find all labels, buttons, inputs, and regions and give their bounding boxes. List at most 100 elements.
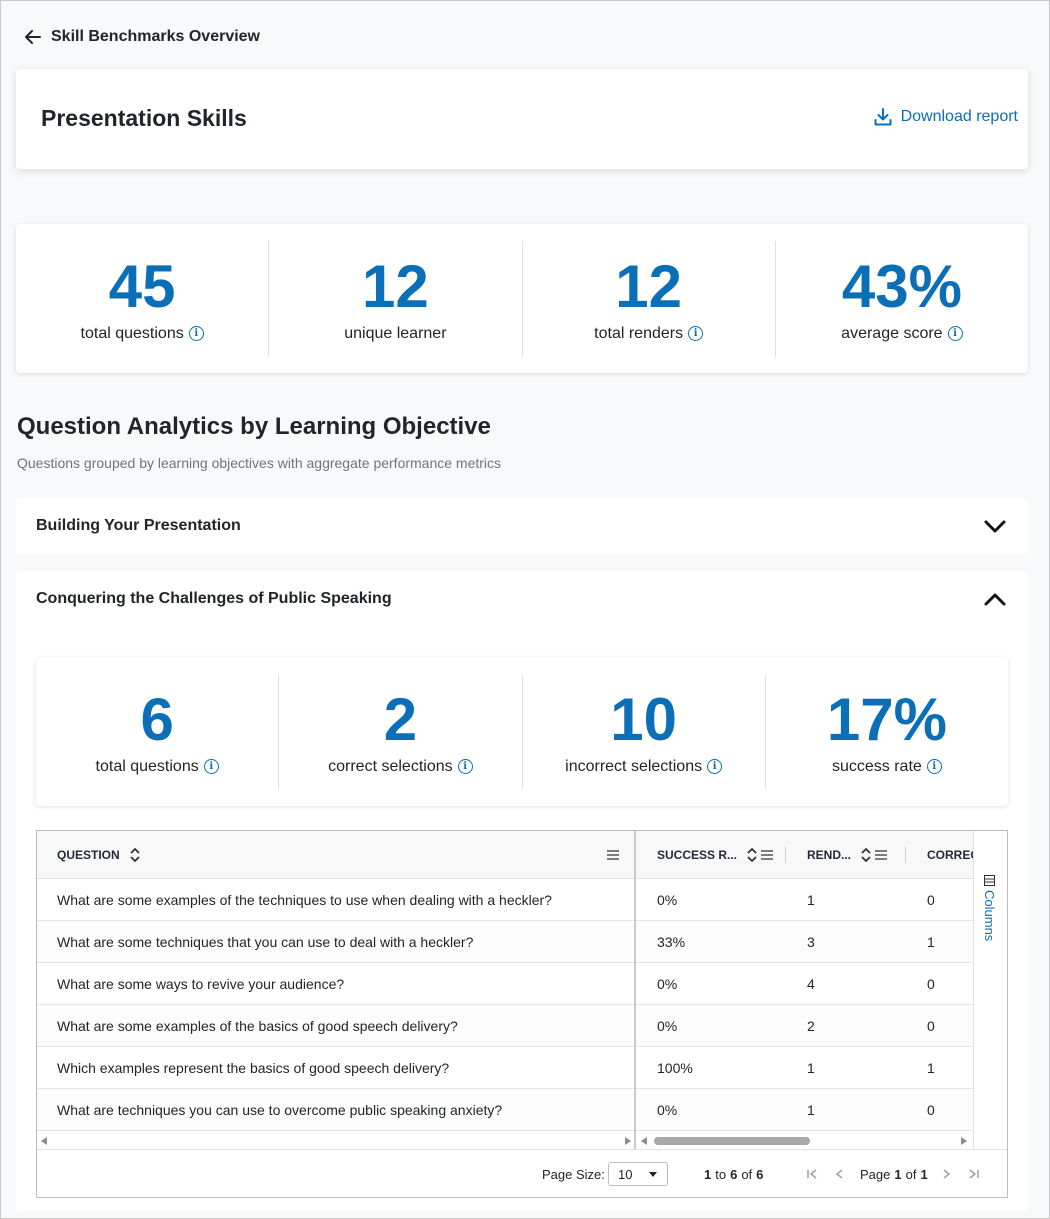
cell-correct: 0 <box>927 1102 935 1118</box>
stat-label: correct selections <box>328 757 453 775</box>
stat-label: total renders <box>594 324 684 342</box>
stat-total-questions: 45 total questions i <box>16 240 270 357</box>
sort-icon[interactable] <box>747 848 757 862</box>
scroll-right-icon[interactable] <box>961 1137 967 1145</box>
cell-success-rate: 33% <box>657 934 686 950</box>
page-size-select[interactable]: 10 <box>608 1162 668 1186</box>
range-total: 6 <box>756 1166 764 1182</box>
section-subtitle: Questions grouped by learning objectives… <box>17 455 502 471</box>
column-header-question[interactable]: QUESTION <box>57 831 140 879</box>
cell-success-rate: 0% <box>657 976 678 992</box>
info-icon[interactable]: i <box>688 326 704 341</box>
cell-renders: 1 <box>807 1060 815 1076</box>
scroll-right-icon[interactable] <box>625 1137 631 1145</box>
chevron-down-icon <box>984 520 1006 533</box>
grid-body: QUESTION SUCCESS R... REND... CORRE What… <box>37 831 973 1149</box>
stat-value: 6 <box>140 685 174 753</box>
stat-label: unique learner <box>344 324 447 342</box>
cell-question: What are some techniques that you can us… <box>57 934 474 950</box>
column-header-label: SUCCESS R... <box>657 848 738 862</box>
cell-correct: 0 <box>927 976 935 992</box>
page-total: 1 <box>920 1166 928 1182</box>
cell-correct: 0 <box>927 892 935 908</box>
cell-success-rate: 100% <box>657 1060 693 1076</box>
stat-average-score: 43% average score i <box>776 241 1028 357</box>
stat-label: total questions <box>95 757 199 775</box>
stat-label: average score <box>841 324 943 342</box>
scroll-left-icon[interactable] <box>641 1137 647 1145</box>
stat-value: 10 <box>610 685 677 753</box>
first-page-icon[interactable] <box>805 1167 819 1181</box>
column-menu-icon[interactable] <box>607 850 619 860</box>
cell-correct: 1 <box>927 1060 935 1076</box>
columns-panel-button[interactable]: Columns <box>982 875 997 941</box>
page-size-label: Page Size: <box>542 1166 605 1182</box>
info-icon[interactable]: i <box>457 759 473 774</box>
previous-page-icon[interactable] <box>833 1167 847 1181</box>
download-report-button[interactable]: Download report <box>873 107 1018 127</box>
grid-header: QUESTION SUCCESS R... REND... CORRE <box>37 831 973 879</box>
horizontal-scrollbar[interactable] <box>37 1133 973 1149</box>
column-header-label: QUESTION <box>57 848 120 862</box>
info-icon[interactable]: i <box>707 759 723 774</box>
column-header-correct[interactable]: CORREC <box>927 831 973 879</box>
column-header-label: CORREC <box>927 848 973 862</box>
stat-success-rate: 17% success rate i <box>766 674 1008 790</box>
arrow-left-icon <box>25 30 41 44</box>
back-link[interactable]: Skill Benchmarks Overview <box>23 25 260 49</box>
last-page-icon[interactable] <box>967 1167 981 1181</box>
cell-renders: 2 <box>807 1018 815 1034</box>
table-row[interactable]: What are some ways to revive your audien… <box>37 963 973 1005</box>
cell-question: Which examples represent the basics of g… <box>57 1060 450 1076</box>
column-separator[interactable] <box>905 847 906 863</box>
columns-icon <box>984 875 995 886</box>
stat-value: 45 <box>108 252 176 320</box>
scrollbar-thumb[interactable] <box>654 1137 810 1145</box>
column-menu-icon[interactable] <box>761 850 774 860</box>
column-header-renders[interactable]: REND... <box>807 831 888 879</box>
cell-question: What are techniques you can use to overc… <box>57 1102 503 1118</box>
table-row[interactable]: What are some examples of the basics of … <box>37 1005 973 1047</box>
info-icon[interactable]: i <box>926 759 942 774</box>
cell-renders: 1 <box>807 1102 815 1118</box>
cell-renders: 4 <box>807 976 815 992</box>
download-report-label: Download report <box>900 108 1018 125</box>
accordion-title: Building Your Presentation <box>36 517 241 534</box>
page-size-value: 10 <box>618 1166 633 1182</box>
stat-unique-learner: 12 unique learner <box>269 240 523 357</box>
accordion-header[interactable]: Building Your Presentation <box>16 498 1028 554</box>
column-menu-icon[interactable] <box>875 850 888 860</box>
sort-icon[interactable] <box>861 848 871 862</box>
table-row[interactable]: What are techniques you can use to overc… <box>37 1089 973 1131</box>
info-icon[interactable]: i <box>203 759 219 774</box>
page-title: Presentation Skills <box>41 105 247 131</box>
cell-success-rate: 0% <box>657 892 678 908</box>
range-to: 6 <box>730 1166 738 1182</box>
info-icon[interactable]: i <box>188 326 204 341</box>
cell-renders: 1 <box>807 892 815 908</box>
scroll-left-icon[interactable] <box>41 1137 47 1145</box>
row-range: 1 to 6 of 6 <box>704 1150 763 1198</box>
range-to-word: to <box>715 1166 727 1182</box>
info-icon[interactable]: i <box>947 326 963 341</box>
objective-stats: 6 total questions i 2 correct selections i… <box>36 657 1008 806</box>
column-separator[interactable] <box>785 847 786 863</box>
table-row[interactable]: What are some examples of the techniques… <box>37 879 973 921</box>
sort-icon[interactable] <box>130 848 140 862</box>
stat-value: 12 <box>362 252 429 320</box>
overview-stats: 45 total questions i 12 unique learner 12… <box>16 224 1028 373</box>
table-row[interactable]: Which examples represent the basics of g… <box>37 1047 973 1089</box>
header-card: Presentation Skills Download report <box>16 69 1028 169</box>
cell-renders: 3 <box>807 934 815 950</box>
accordion-header[interactable]: Conquering the Challenges of Public Spea… <box>16 571 1028 627</box>
columns-panel-label: Columns <box>982 890 997 942</box>
column-header-success-rate[interactable]: SUCCESS R... <box>657 831 774 879</box>
pinned-column-divider <box>634 831 636 1149</box>
next-page-icon[interactable] <box>939 1167 953 1181</box>
cell-success-rate: 0% <box>657 1102 678 1118</box>
page-of-word: of <box>905 1166 917 1182</box>
stat-label: incorrect selections <box>565 757 703 775</box>
page-current: 1 <box>894 1166 902 1182</box>
stat-correct-selections: 2 correct selections i <box>279 673 523 790</box>
table-row[interactable]: What are some techniques that you can us… <box>37 921 973 963</box>
